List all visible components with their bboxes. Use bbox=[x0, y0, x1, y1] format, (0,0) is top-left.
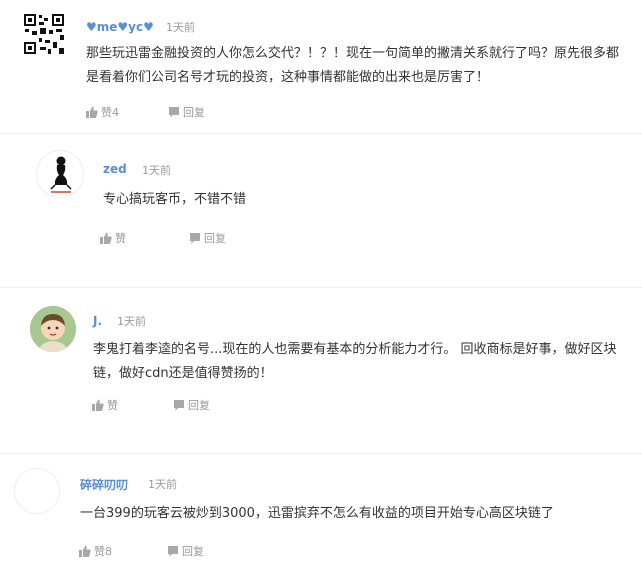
timestamp: 1天前 bbox=[142, 164, 171, 177]
reply-icon bbox=[169, 107, 179, 118]
qr-avatar-icon bbox=[22, 12, 66, 56]
avatar[interactable] bbox=[30, 306, 76, 352]
like-button[interactable]: 赞4 bbox=[86, 104, 119, 120]
timestamp: 1天前 bbox=[117, 315, 146, 328]
username[interactable]: J. bbox=[93, 314, 102, 328]
reply-button[interactable]: 回复 bbox=[168, 104, 205, 120]
reply-button[interactable]: 回复 bbox=[167, 543, 204, 559]
timestamp: 1天前 bbox=[166, 21, 195, 34]
username[interactable]: 碎碎叨叨 bbox=[80, 476, 128, 493]
reply-button[interactable]: 回复 bbox=[189, 230, 226, 246]
comment-text: 一台399的玩客云被炒到3000，迅雷摈弃不怎么有收益的项目开始专心高区块链了 bbox=[80, 506, 554, 521]
cartoon-avatar-icon bbox=[30, 306, 76, 352]
comment-item: 碎碎叨叨 1天前 一台399的玩客云被炒到3000，迅雷摈弃不怎么有收益的项目开… bbox=[0, 454, 642, 585]
comment-text: 那些玩迅雷金融投资的人你怎么交代？！？！现在一句简单的撇清关系就行了吗？原先很多… bbox=[86, 46, 620, 85]
comment-text: 李鬼打着李逵的名号...现在的人也需要有基本的分析能力才行。 回收商标是好事，做… bbox=[93, 342, 617, 381]
like-button[interactable]: 赞8 bbox=[79, 543, 112, 559]
thumbs-up-icon bbox=[100, 232, 112, 244]
thumbs-up-icon bbox=[92, 399, 104, 411]
timestamp: 1天前 bbox=[148, 478, 177, 491]
reply-button[interactable]: 回复 bbox=[173, 397, 210, 413]
reply-icon bbox=[190, 233, 200, 244]
reply-icon bbox=[174, 400, 184, 411]
username[interactable]: ♥me♥yc♥ bbox=[86, 20, 154, 34]
avatar[interactable] bbox=[14, 468, 60, 514]
avatar[interactable] bbox=[22, 12, 66, 56]
reply-icon bbox=[168, 546, 178, 557]
thumbs-up-icon bbox=[86, 106, 98, 118]
like-button[interactable]: 赞 bbox=[100, 230, 126, 246]
comment-item: ♥me♥yc♥ 1天前 那些玩迅雷金融投资的人你怎么交代？！？！现在一句简单的撇… bbox=[0, 0, 642, 130]
comment-item: J. 1天前 李鬼打着李逵的名号...现在的人也需要有基本的分析能力才行。 回收… bbox=[0, 288, 642, 448]
comment-text: 专心搞玩客币，不错不错 bbox=[103, 192, 247, 207]
username[interactable]: zed bbox=[103, 162, 127, 176]
avatar[interactable] bbox=[36, 150, 84, 198]
thumbs-up-icon bbox=[79, 545, 91, 557]
woman-silhouette-icon bbox=[50, 156, 72, 193]
blank-avatar-icon bbox=[15, 469, 59, 513]
like-button[interactable]: 赞 bbox=[92, 397, 118, 413]
comment-item: zed 1天前 专心搞玩客币，不错不错 赞 回复 bbox=[0, 134, 642, 284]
